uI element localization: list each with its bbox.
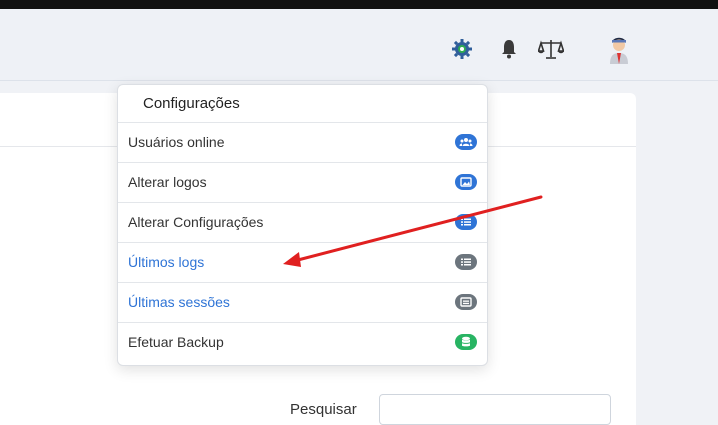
configuracoes-dropdown: Configurações Usuários online Alterar lo… [117, 84, 488, 366]
menu-item-label: Últimos logs [128, 254, 205, 270]
users-icon [455, 134, 477, 150]
menu-item-efetuar-backup[interactable]: Efetuar Backup [118, 322, 487, 362]
settings-icon[interactable] [449, 36, 475, 62]
menu-item-usuarios-online[interactable]: Usuários online [118, 122, 487, 162]
menu-item-alterar-configuracoes[interactable]: Alterar Configurações [118, 202, 487, 242]
menu-item-label: Alterar Configurações [128, 214, 264, 230]
menu-item-label: Usuários online [128, 134, 225, 150]
menu-item-label: Alterar logos [128, 174, 207, 190]
menu-item-alterar-logos[interactable]: Alterar logos [118, 162, 487, 202]
menu-item-label: Efetuar Backup [128, 334, 224, 350]
menu-item-ultimos-logs[interactable]: Últimos logs [118, 242, 487, 282]
window-icon [455, 294, 477, 310]
list-icon [455, 254, 477, 270]
search-input[interactable] [379, 394, 611, 425]
scales-icon[interactable] [538, 36, 564, 62]
bell-icon[interactable] [496, 36, 522, 62]
menu-item-label: Últimas sessões [128, 294, 230, 310]
search-label: Pesquisar [290, 401, 357, 418]
menu-item-ultimas-sessoes[interactable]: Últimas sessões [118, 282, 487, 322]
list-icon [455, 214, 477, 230]
top-black-strip [0, 0, 718, 9]
database-icon [455, 334, 477, 350]
image-icon [455, 174, 477, 190]
dropdown-title: Configurações [143, 95, 240, 112]
user-avatar-icon[interactable] [605, 33, 633, 65]
